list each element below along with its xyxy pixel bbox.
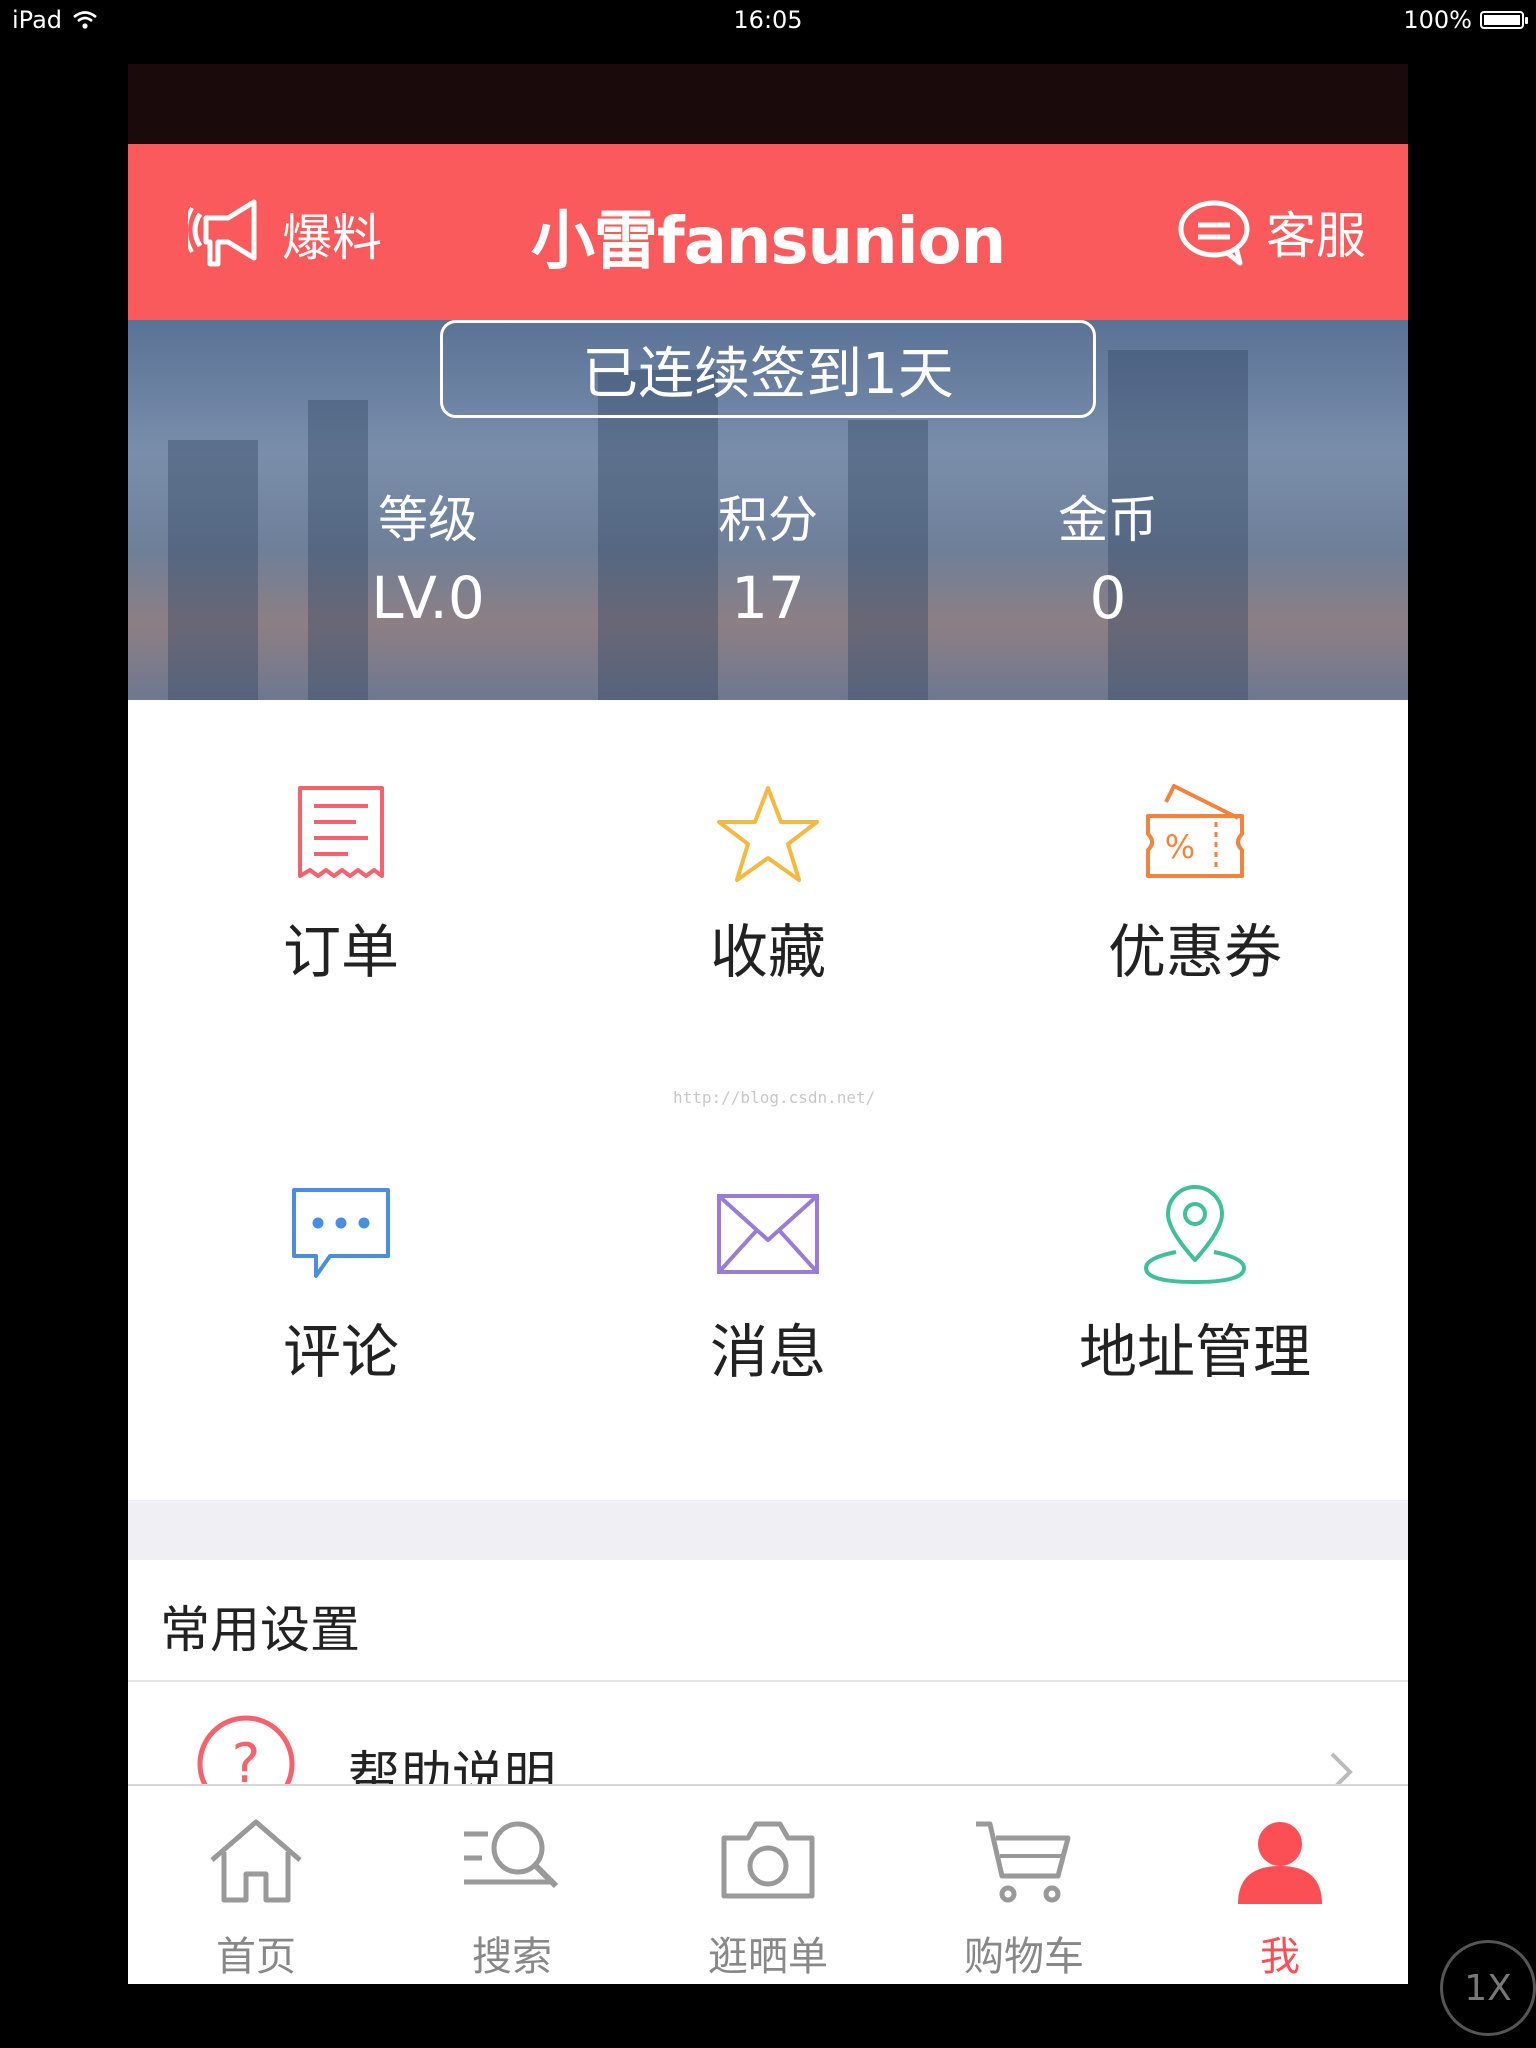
grid-item-label: 评论 [282, 1318, 399, 1386]
tab-label: 我 [1260, 1934, 1300, 1980]
cart-icon [976, 1821, 1071, 1903]
status-time: 16:05 [733, 6, 803, 34]
coupon-icon: % [1146, 784, 1244, 878]
zoom-1x-button[interactable]: 1X [1440, 1940, 1536, 2036]
battery-percent: 100% [1403, 6, 1472, 34]
banner-decor [168, 440, 258, 700]
chat-bubble-icon [1178, 200, 1250, 266]
tab-cart[interactable]: 购物车 [896, 1786, 1152, 1984]
battery-icon [1480, 11, 1528, 29]
stat-value: 17 [731, 564, 805, 632]
grid-item-coupons[interactable]: % 优惠券 [982, 700, 1408, 1100]
grid-item-messages[interactable]: 消息 [555, 1100, 981, 1500]
star-icon [717, 786, 819, 882]
stat-level: 等级 LV.0 [328, 480, 528, 632]
search-icon [464, 1821, 559, 1889]
stat-label: 等级 [378, 491, 478, 549]
tab-bar: 首页 搜索 逛晒单 购物车 我 [128, 1784, 1408, 1984]
stat-label: 金币 [1058, 491, 1158, 549]
user-icon [1238, 1822, 1322, 1904]
profile-banner: 已连续签到1天 等级 LV.0 积分 17 金币 0 [128, 320, 1408, 700]
customer-service-button[interactable]: 客服 [1176, 196, 1366, 268]
status-bar: iPad 16:05 100% [0, 0, 1536, 40]
tab-label: 搜索 [472, 1934, 552, 1980]
grid-item-address[interactable]: 地址管理 [982, 1100, 1408, 1500]
navbar: 爆料 小雷fansunion 客服 [128, 144, 1408, 320]
section-divider [128, 1500, 1408, 1560]
stat-coins: 金币 0 [1008, 480, 1208, 632]
svg-text:%: % [1165, 828, 1195, 866]
checkin-button[interactable]: 已连续签到1天 [440, 320, 1096, 418]
grid-item-orders[interactable]: 订单 [128, 700, 554, 1100]
grid-item-comments[interactable]: 评论 [128, 1100, 554, 1500]
app-window: 爆料 小雷fansunion 客服 已连续签到1天 等级 LV.0 积分 17 [128, 64, 1408, 1984]
location-icon [1143, 1185, 1247, 1285]
tab-me[interactable]: 我 [1152, 1786, 1408, 1984]
receipt-icon [298, 786, 384, 878]
stat-label: 积分 [718, 491, 818, 549]
status-right: 100% [1403, 6, 1528, 34]
tab-search[interactable]: 搜索 [384, 1786, 640, 1984]
tab-label: 逛晒单 [708, 1934, 828, 1980]
watermark: http://blog.csdn.net/ [673, 1088, 876, 1107]
stat-value: 0 [1089, 564, 1127, 632]
stat-points: 积分 17 [668, 480, 868, 632]
mail-icon [717, 1194, 819, 1274]
app-top-strip [128, 64, 1408, 144]
camera-icon [721, 1821, 815, 1899]
grid-item-label: 地址管理 [1078, 1318, 1311, 1386]
stat-value: LV.0 [371, 564, 485, 632]
settings-section-header: 常用设置 [128, 1560, 1408, 1682]
grid-item-favorites[interactable]: 收藏 [555, 700, 981, 1100]
grid-item-label: 优惠券 [1107, 918, 1282, 986]
tab-label: 首页 [216, 1934, 296, 1980]
home-icon [210, 1819, 302, 1903]
customer-service-label: 客服 [1266, 207, 1366, 265]
settings-title: 常用设置 [160, 1601, 360, 1659]
grid-item-label: 收藏 [709, 918, 826, 986]
tab-showcase[interactable]: 逛晒单 [640, 1786, 896, 1984]
tab-home[interactable]: 首页 [128, 1786, 384, 1984]
grid-item-label: 订单 [282, 918, 399, 986]
grid-item-label: 消息 [709, 1318, 826, 1386]
tab-label: 购物车 [964, 1934, 1084, 1980]
comment-icon [292, 1188, 390, 1278]
